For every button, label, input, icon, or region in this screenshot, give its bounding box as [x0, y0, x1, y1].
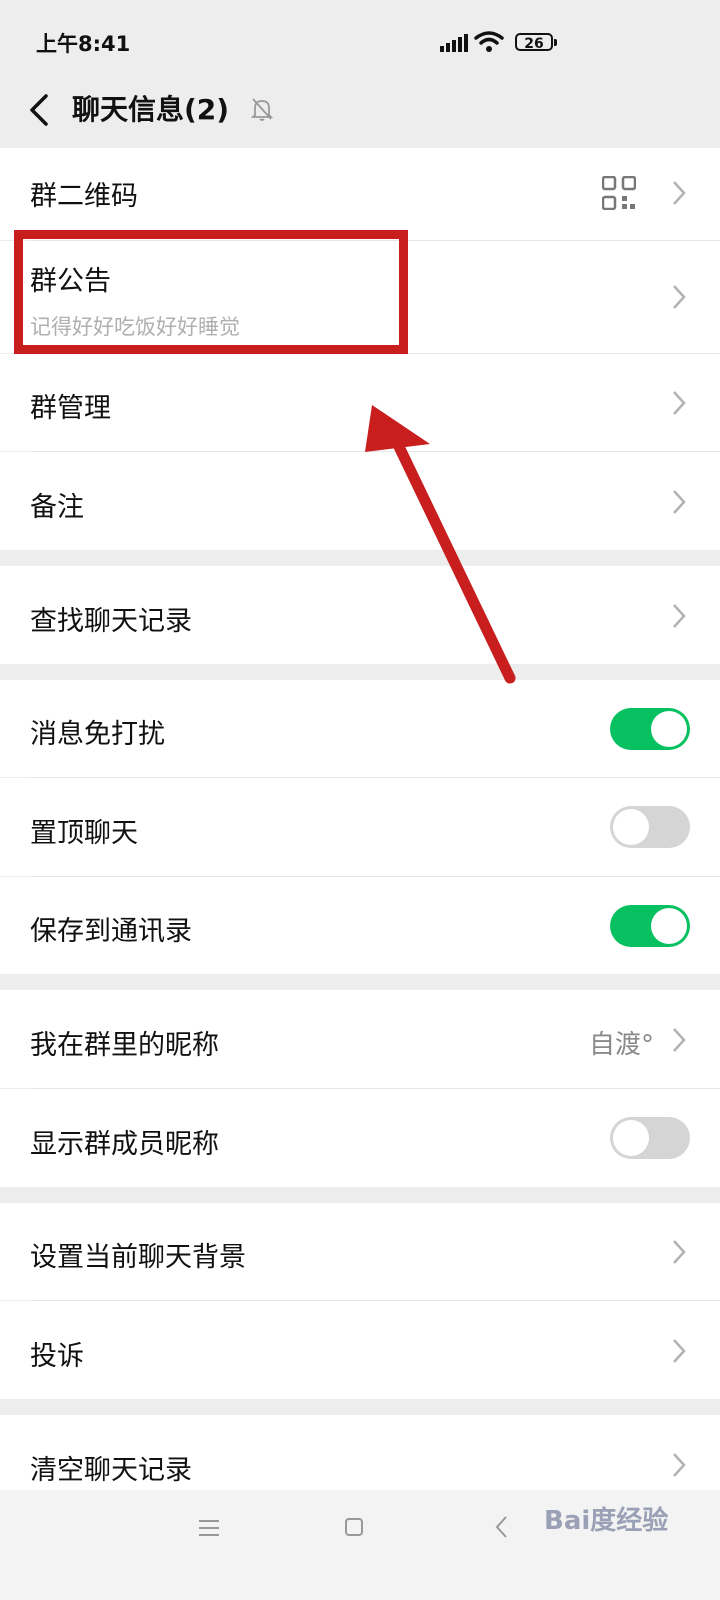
- chevron-right-icon: [673, 1240, 686, 1264]
- row-group-manage[interactable]: 群管理: [0, 354, 720, 451]
- chevron-right-icon: [673, 604, 686, 628]
- mute-bell-icon: [250, 98, 274, 121]
- chevron-right-icon: [673, 181, 686, 205]
- row-label: 保存到通讯录: [30, 916, 192, 947]
- chevron-right-icon: [673, 1339, 686, 1363]
- row-label: 设置当前聊天背景: [30, 1242, 246, 1273]
- row-label: 我在群里的昵称: [30, 1030, 219, 1061]
- status-time: 上午8:41: [36, 32, 131, 56]
- highlight-box: [14, 230, 408, 354]
- chevron-right-icon: [673, 490, 686, 514]
- row-search-history[interactable]: 查找聊天记录: [0, 566, 720, 664]
- back-icon[interactable]: [494, 1515, 510, 1539]
- mute-toggle[interactable]: [610, 708, 690, 750]
- row-group-qrcode[interactable]: 群二维码: [0, 148, 720, 240]
- row-mute: 消息免打扰: [0, 680, 720, 777]
- row-label: 消息免打扰: [30, 719, 165, 750]
- battery-icon: 26: [515, 33, 557, 52]
- page-title: 聊天信息(2): [72, 93, 230, 126]
- chevron-right-icon: [673, 391, 686, 415]
- row-my-nickname[interactable]: 我在群里的昵称 自渡°: [0, 990, 720, 1088]
- row-label: 查找聊天记录: [30, 606, 192, 637]
- back-arrow-icon[interactable]: [24, 88, 54, 132]
- row-complain[interactable]: 投诉: [0, 1301, 720, 1399]
- row-label: 备注: [30, 492, 84, 523]
- pin-toggle[interactable]: [610, 806, 690, 848]
- save-contacts-toggle[interactable]: [610, 905, 690, 947]
- row-clear-history[interactable]: 清空聊天记录: [0, 1415, 720, 1490]
- row-remark[interactable]: 备注: [0, 452, 720, 550]
- chevron-right-icon: [673, 285, 686, 309]
- qr-code-icon: [602, 176, 636, 210]
- row-label: 清空聊天记录: [30, 1455, 192, 1486]
- row-show-nickname: 显示群成员昵称: [0, 1089, 720, 1187]
- row-pin: 置顶聊天: [0, 778, 720, 876]
- home-icon[interactable]: [344, 1517, 364, 1537]
- signal-icon: [440, 34, 468, 52]
- menu-icon[interactable]: [198, 1518, 220, 1538]
- row-label: 群管理: [30, 393, 111, 424]
- chevron-right-icon: [673, 1453, 686, 1477]
- row-label: 置顶聊天: [30, 818, 138, 849]
- watermark: Bai度经验: [544, 1506, 669, 1536]
- nav-bar: 聊天信息(2): [0, 84, 720, 148]
- nickname-value: 自渡°: [588, 1030, 654, 1060]
- row-label: 显示群成员昵称: [30, 1129, 219, 1160]
- row-label: 投诉: [30, 1341, 84, 1372]
- wifi-icon: [474, 31, 504, 52]
- status-bar: 上午8:41 26: [0, 0, 720, 84]
- show-nickname-toggle[interactable]: [610, 1117, 690, 1159]
- row-chat-background[interactable]: 设置当前聊天背景: [0, 1203, 720, 1300]
- row-save-contacts: 保存到通讯录: [0, 877, 720, 974]
- chevron-right-icon: [673, 1028, 686, 1052]
- row-label: 群二维码: [30, 181, 138, 212]
